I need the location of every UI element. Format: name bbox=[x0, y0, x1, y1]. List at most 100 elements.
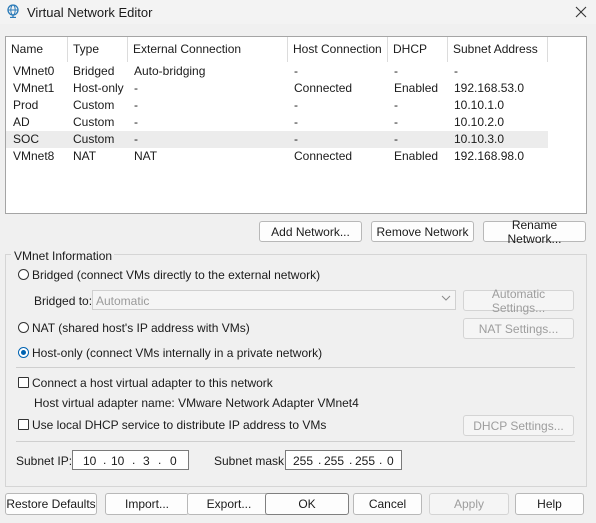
column-header-name[interactable]: Name bbox=[6, 37, 68, 62]
table-cell-dhcp: - bbox=[394, 64, 398, 78]
table-row[interactable]: VMnet8 NAT NAT Connected Enabled 192.168.98.0 bbox=[6, 148, 548, 165]
subnet-mask-octet-1[interactable]: 255 bbox=[293, 454, 313, 468]
dhcp-settings-button[interactable]: DHCP Settings... bbox=[463, 415, 574, 436]
bridged-label[interactable]: Bridged (connect VMs directly to the ext… bbox=[32, 268, 320, 282]
table-cell-subnet: 192.168.53.0 bbox=[454, 81, 525, 95]
column-header-host[interactable]: Host Connection bbox=[288, 37, 388, 62]
subnet-mask-label: Subnet mask: bbox=[214, 454, 288, 468]
table-cell-external: - bbox=[134, 132, 138, 146]
subnet-ip-label: Subnet IP: bbox=[16, 454, 73, 468]
table-cell-dhcp: - bbox=[394, 115, 398, 129]
subnet-mask-octet-4[interactable]: 0 bbox=[387, 454, 394, 468]
table-cell-type: Custom bbox=[73, 132, 115, 146]
nat-label[interactable]: NAT (shared host's IP address with VMs) bbox=[32, 321, 250, 335]
table-cell-subnet: - bbox=[454, 64, 458, 78]
table-row[interactable]: SOC Custom - - - 10.10.3.0 bbox=[6, 131, 548, 148]
ok-button[interactable]: OK bbox=[265, 493, 349, 515]
table-cell-subnet: 10.10.1.0 bbox=[454, 98, 505, 112]
bridged-radio[interactable] bbox=[18, 269, 29, 280]
connect-adapter-checkbox[interactable] bbox=[18, 377, 29, 388]
subnet-mask-octet-3[interactable]: 255 bbox=[355, 454, 375, 468]
network-table[interactable]: Name Type External Connection Host Conne… bbox=[5, 36, 587, 214]
ip-dot: . bbox=[379, 453, 383, 467]
import-button[interactable]: Import... bbox=[105, 493, 189, 515]
subnet-ip-input[interactable]: 10 . 10 . 3 . 0 bbox=[72, 450, 189, 470]
table-cell-name: SOC bbox=[13, 132, 40, 146]
table-cell-external: Auto-bridging bbox=[134, 64, 206, 78]
subnet-mask-octet-2[interactable]: 255 bbox=[324, 454, 344, 468]
table-cell-host: Connected bbox=[294, 149, 353, 163]
table-cell-type: NAT bbox=[73, 149, 97, 163]
table-cell-dhcp: - bbox=[394, 132, 398, 146]
table-cell-dhcp: Enabled bbox=[394, 81, 439, 95]
export-button[interactable]: Export... bbox=[187, 493, 271, 515]
remove-network-button[interactable]: Remove Network bbox=[371, 221, 474, 242]
bridged-to-label: Bridged to: bbox=[34, 294, 93, 308]
window-title: Virtual Network Editor bbox=[27, 5, 153, 20]
host-only-label[interactable]: Host-only (connect VMs internally in a p… bbox=[32, 346, 322, 360]
network-globe-icon bbox=[7, 4, 19, 18]
column-header-external[interactable]: External Connection bbox=[128, 37, 288, 62]
table-cell-dhcp: Enabled bbox=[394, 149, 439, 163]
table-cell-subnet: 10.10.2.0 bbox=[454, 115, 505, 129]
bridged-to-value: Automatic bbox=[96, 294, 150, 308]
ip-dot: . bbox=[349, 453, 353, 467]
subnet-ip-octet-3[interactable]: 3 bbox=[143, 454, 150, 468]
table-cell-external: - bbox=[134, 81, 138, 95]
table-cell-name: VMnet8 bbox=[13, 149, 55, 163]
table-cell-subnet: 192.168.98.0 bbox=[454, 149, 525, 163]
column-header-type[interactable]: Type bbox=[68, 37, 128, 62]
restore-defaults-button[interactable]: Restore Defaults bbox=[5, 493, 97, 515]
host-only-radio[interactable] bbox=[18, 347, 29, 358]
table-cell-host: Connected bbox=[294, 81, 353, 95]
table-cell-external: - bbox=[134, 98, 138, 112]
table-cell-host: - bbox=[294, 132, 298, 146]
table-cell-subnet: 10.10.3.0 bbox=[454, 132, 505, 146]
apply-button[interactable]: Apply bbox=[429, 493, 509, 515]
separator bbox=[16, 367, 575, 368]
nat-radio[interactable] bbox=[18, 322, 29, 333]
table-cell-dhcp: - bbox=[394, 98, 398, 112]
table-cell-external: NAT bbox=[134, 149, 158, 163]
group-border-left bbox=[5, 254, 11, 255]
subnet-mask-input[interactable]: 255 . 255 . 255 . 0 bbox=[285, 450, 402, 470]
table-cell-type: Custom bbox=[73, 98, 115, 112]
dhcp-checkbox[interactable] bbox=[18, 419, 29, 430]
table-cell-type: Host-only bbox=[73, 81, 124, 95]
subnet-ip-octet-4[interactable]: 0 bbox=[170, 454, 177, 468]
column-header-dhcp[interactable]: DHCP bbox=[388, 37, 448, 62]
title-bar: Virtual Network Editor bbox=[0, 0, 596, 24]
table-row[interactable]: VMnet0 Bridged Auto-bridging - - - bbox=[6, 63, 548, 80]
table-cell-external: - bbox=[134, 115, 138, 129]
close-button[interactable] bbox=[566, 0, 596, 24]
nat-settings-button[interactable]: NAT Settings... bbox=[463, 318, 574, 339]
table-cell-name: VMnet1 bbox=[13, 81, 55, 95]
table-cell-host: - bbox=[294, 115, 298, 129]
adapter-name-text: Host virtual adapter name: VMware Networ… bbox=[34, 396, 359, 410]
subnet-ip-octet-1[interactable]: 10 bbox=[83, 454, 96, 468]
add-network-button[interactable]: Add Network... bbox=[259, 221, 362, 242]
group-border-right bbox=[106, 254, 587, 255]
table-cell-host: - bbox=[294, 98, 298, 112]
ip-dot: . bbox=[132, 453, 136, 467]
table-row[interactable]: AD Custom - - - 10.10.2.0 bbox=[6, 114, 548, 131]
ip-dot: . bbox=[318, 453, 322, 467]
help-button[interactable]: Help bbox=[515, 493, 584, 515]
rename-network-button[interactable]: Rename Network... bbox=[483, 218, 586, 246]
table-cell-name: VMnet0 bbox=[13, 64, 55, 78]
bridged-to-select[interactable]: Automatic bbox=[92, 290, 456, 310]
automatic-settings-button[interactable]: Automatic Settings... bbox=[463, 287, 574, 315]
table-cell-name: AD bbox=[13, 115, 30, 129]
connect-adapter-label[interactable]: Connect a host virtual adapter to this n… bbox=[32, 376, 273, 390]
chevron-down-icon bbox=[441, 293, 451, 306]
dhcp-label[interactable]: Use local DHCP service to distribute IP … bbox=[32, 418, 326, 432]
column-header-subnet[interactable]: Subnet Address bbox=[448, 37, 548, 62]
group-title: VMnet Information bbox=[12, 249, 115, 263]
cancel-button[interactable]: Cancel bbox=[353, 493, 422, 515]
subnet-ip-octet-2[interactable]: 10 bbox=[111, 454, 124, 468]
table-row[interactable]: VMnet1 Host-only - Connected Enabled 192.168.… bbox=[6, 80, 548, 97]
ip-dot: . bbox=[103, 453, 107, 467]
table-cell-host: - bbox=[294, 64, 298, 78]
table-cell-type: Bridged bbox=[73, 64, 115, 78]
table-row[interactable]: Prod Custom - - - 10.10.1.0 bbox=[6, 97, 548, 114]
